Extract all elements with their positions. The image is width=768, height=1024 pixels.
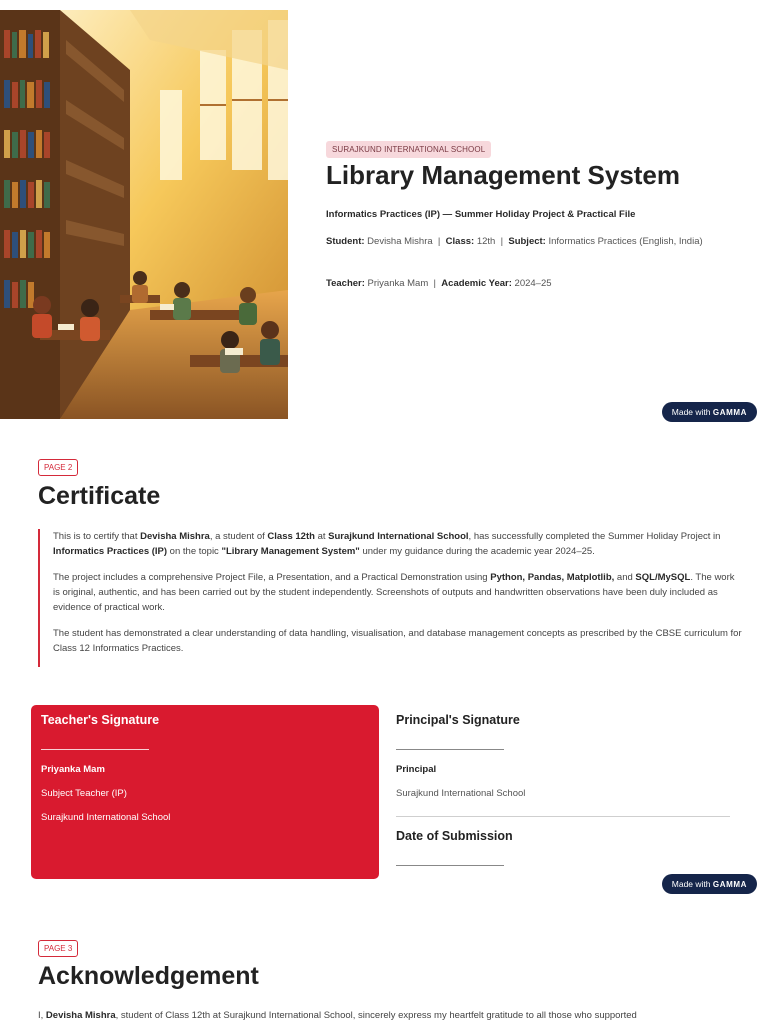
subject-name: Informatics Practices (IP) bbox=[53, 546, 168, 557]
project-topic: "Library Management System" bbox=[221, 546, 360, 557]
tools-list: Python, Pandas, Matplotlib, bbox=[490, 572, 615, 583]
teacher-role: Subject Teacher (IP) bbox=[41, 788, 127, 799]
school-name: Surajkund International School bbox=[328, 531, 469, 542]
student-info-line: Student: Devisha Mishra | Class: 12th | … bbox=[326, 234, 726, 250]
library-illustration bbox=[0, 10, 288, 419]
acknowledgement-title: Acknowledgement bbox=[38, 962, 259, 990]
made-with-gamma-badge[interactable]: Made with GAMMA bbox=[661, 402, 757, 422]
signature-line bbox=[396, 749, 504, 750]
class-value: 12th bbox=[476, 236, 496, 247]
principal-title: Principal bbox=[396, 764, 437, 775]
gamma-logo: GAMMA bbox=[712, 408, 747, 417]
class-label: Class: bbox=[445, 236, 475, 247]
page-tag: PAGE 2 bbox=[38, 459, 79, 476]
acknowledgement-paragraph: I, Devisha Mishra, student of Class 12th… bbox=[38, 1008, 738, 1023]
text-run: This is to certify that bbox=[53, 531, 141, 542]
text-run: , a student of bbox=[209, 531, 268, 542]
principal-school: Surajkund International School bbox=[396, 788, 526, 799]
page-tag: PAGE 3 bbox=[38, 940, 79, 957]
text-run: at bbox=[314, 531, 329, 542]
academic-year-value: 2024–25 bbox=[514, 278, 552, 289]
text-run: I, bbox=[38, 1010, 46, 1021]
academic-year-label: Academic Year: bbox=[441, 278, 512, 289]
divider bbox=[396, 816, 730, 817]
sql-tool: SQL/MySQL bbox=[635, 572, 691, 583]
date-line bbox=[396, 865, 504, 866]
signature-line bbox=[41, 749, 149, 750]
teacher-signature-card: Teacher's Signature Priyanka Mam Subject… bbox=[31, 705, 379, 879]
gamma-logo: GAMMA bbox=[712, 880, 747, 889]
document-title: Library Management System bbox=[326, 160, 681, 190]
certificate-paragraph: The project includes a comprehensive Pro… bbox=[53, 570, 743, 615]
text-run: and bbox=[614, 572, 636, 583]
text-run: under my guidance during the academic ye… bbox=[359, 546, 595, 557]
separator: | bbox=[500, 236, 504, 247]
student-label: Student: bbox=[326, 236, 365, 247]
text-run: , has successfully completed the Summer … bbox=[468, 531, 721, 542]
certificate-text-block: This is to certify that Devisha Mishra, … bbox=[38, 529, 743, 667]
subject-label: Subject: bbox=[508, 236, 546, 247]
teacher-name: Priyanka Mam bbox=[41, 764, 105, 775]
student-name: Devisha Mishra bbox=[45, 1010, 116, 1021]
teacher-school: Surajkund International School bbox=[41, 812, 171, 823]
student-name: Devisha Mishra bbox=[367, 236, 433, 247]
subject-value: Informatics Practices (English, India) bbox=[548, 236, 703, 247]
certificate-title: Certificate bbox=[38, 482, 161, 510]
date-of-submission-heading: Date of Submission bbox=[396, 829, 513, 843]
text-run: , student of Class 12th at Surajkund Int… bbox=[115, 1010, 637, 1021]
made-with-label: Made with bbox=[671, 879, 711, 889]
document-subtitle: Informatics Practices (IP) — Summer Holi… bbox=[326, 209, 636, 220]
student-name: Devisha Mishra bbox=[140, 531, 210, 542]
class-name: Class 12th bbox=[267, 531, 315, 542]
text-run: The project includes a comprehensive Pro… bbox=[53, 572, 491, 583]
principal-signature-heading: Principal's Signature bbox=[396, 713, 520, 727]
certificate-paragraph: This is to certify that Devisha Mishra, … bbox=[53, 529, 743, 559]
teacher-signature-heading: Teacher's Signature bbox=[41, 713, 160, 727]
separator: | bbox=[433, 278, 437, 289]
teacher-info-line: Teacher: Priyanka Mam | Academic Year: 2… bbox=[326, 276, 726, 292]
made-with-label: Made with bbox=[671, 407, 711, 417]
text-run: on the topic bbox=[167, 546, 222, 557]
made-with-gamma-badge[interactable]: Made with GAMMA bbox=[661, 874, 757, 894]
teacher-label: Teacher: bbox=[326, 278, 365, 289]
teacher-name: Priyanka Mam bbox=[367, 278, 429, 289]
school-tag: SURAJKUND INTERNATIONAL SCHOOL bbox=[326, 141, 492, 158]
certificate-paragraph: The student has demonstrated a clear und… bbox=[53, 628, 742, 654]
separator: | bbox=[437, 236, 441, 247]
